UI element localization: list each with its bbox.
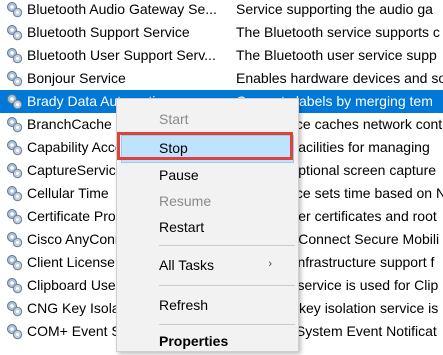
menu-item-label: Pause — [159, 167, 199, 183]
service-description: The Bluetooth user service supp — [236, 47, 437, 63]
menu-separator — [159, 285, 295, 286]
gear-icon — [7, 71, 23, 87]
menu-separator — [159, 245, 295, 246]
gear-icon — [7, 25, 23, 41]
gear-icon — [7, 140, 23, 156]
gear-icon — [7, 301, 23, 317]
menu-item-label: Refresh — [159, 297, 209, 313]
gear-icon — [7, 163, 23, 179]
menu-item-label: Resume — [159, 193, 212, 209]
menu-item-all-tasks[interactable]: All Tasks › — [117, 253, 298, 279]
menu-item-label: All Tasks — [159, 257, 214, 273]
gear-icon — [7, 324, 23, 340]
chevron-right-icon: › — [268, 258, 272, 270]
service-row[interactable]: Bluetooth Support Service The Bluetooth … — [0, 21, 443, 44]
menu-item-label: Start — [159, 111, 189, 127]
gear-icon — [7, 209, 23, 225]
service-description: Service supporting the audio ga — [236, 1, 433, 17]
gear-icon — [7, 255, 23, 271]
menu-item-restart[interactable]: Restart — [117, 215, 298, 241]
gear-icon — [7, 232, 23, 248]
service-name: Bluetooth Audio Gateway Se... — [27, 1, 217, 17]
service-description: The Bluetooth service supports c — [236, 24, 440, 40]
menu-item-properties[interactable]: Properties — [117, 329, 298, 355]
gear-icon — [7, 48, 23, 64]
service-name: Bluetooth Support Service — [27, 24, 190, 40]
menu-item-start[interactable]: Start — [117, 107, 298, 133]
gear-icon — [7, 94, 23, 110]
menu-item-label: Restart — [159, 219, 205, 235]
menu-item-pause[interactable]: Pause — [117, 163, 298, 189]
gear-icon — [7, 2, 23, 18]
gear-icon — [7, 278, 23, 294]
gear-icon — [7, 186, 23, 202]
menu-item-resume[interactable]: Resume — [117, 189, 298, 215]
service-row[interactable]: Bluetooth User Support Serv... The Bluet… — [0, 44, 443, 67]
service-row[interactable]: Bluetooth Audio Gateway Se... Service su… — [0, 0, 443, 21]
annotation-highlight-box — [117, 132, 293, 160]
service-name: Bluetooth User Support Serv... — [27, 47, 216, 63]
menu-item-label: Properties — [159, 333, 229, 349]
service-description: Enables hardware devices and so — [236, 70, 443, 86]
gear-icon — [7, 117, 23, 133]
service-row[interactable]: Bonjour Service Enables hardware devices… — [0, 67, 443, 90]
menu-separator — [159, 324, 295, 325]
menu-item-refresh[interactable]: Refresh — [117, 293, 298, 319]
service-name: Bonjour Service — [27, 70, 126, 86]
